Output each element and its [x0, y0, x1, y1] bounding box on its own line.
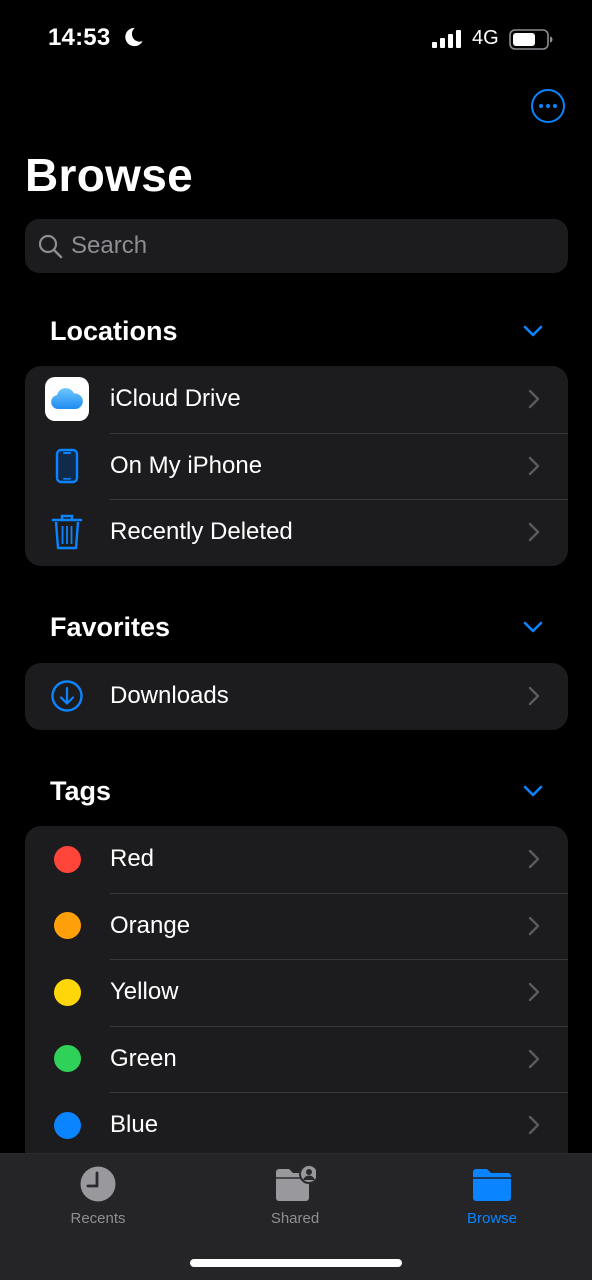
item-label: Green: [110, 1044, 177, 1072]
list-item-tag-green[interactable]: Green: [25, 1025, 568, 1093]
tab-label: Browse: [466, 1210, 518, 1227]
favorites-list: Downloads: [25, 663, 568, 730]
tag-color-dot: [53, 845, 81, 873]
list-item-icloud-drive[interactable]: iCloud Drive: [25, 366, 568, 433]
chevron-down-icon[interactable]: [523, 324, 543, 338]
section-header-favorites[interactable]: Favorites: [25, 607, 568, 647]
home-indicator[interactable]: [190, 1259, 402, 1267]
chevron-down-icon[interactable]: [523, 620, 543, 634]
section-title: Tags: [50, 775, 112, 806]
ellipsis-dot: [546, 104, 550, 108]
chevron-right-icon: [528, 983, 540, 1002]
iphone-icon: [45, 444, 89, 488]
list-item-recently-deleted[interactable]: Recently Deleted: [25, 499, 568, 566]
ellipsis-dot: [539, 104, 543, 108]
more-options-button[interactable]: [531, 89, 565, 123]
download-circle-icon: [45, 674, 89, 718]
ellipsis-dot: [553, 104, 557, 108]
section-header-tags[interactable]: Tags: [25, 771, 568, 811]
cellular-signal-icon: [432, 30, 461, 48]
tags-list: Red Orange Yellow Green Blue: [25, 826, 568, 1166]
list-item-on-my-iphone[interactable]: On My iPhone: [25, 432, 568, 500]
tag-color-dot: [53, 912, 81, 940]
list-item-tag-red[interactable]: Red: [25, 826, 568, 893]
files-browse-screen: 14:53 4G Browse Search Locations iCloud …: [0, 0, 592, 1280]
item-label: On My iPhone: [110, 451, 263, 479]
tab-recents[interactable]: Recents: [28, 1164, 168, 1234]
tab-browse[interactable]: Browse: [422, 1164, 562, 1234]
list-item-tag-orange[interactable]: Orange: [25, 892, 568, 960]
network-type: 4G: [472, 27, 499, 49]
search-placeholder: Search: [71, 232, 148, 259]
battery-icon: [509, 29, 553, 50]
item-label: Red: [110, 845, 155, 873]
list-item-tag-blue[interactable]: Blue: [25, 1092, 568, 1159]
tab-shared[interactable]: Shared: [225, 1164, 365, 1234]
search-field[interactable]: Search: [25, 219, 568, 273]
tag-color-dot: [53, 1111, 81, 1139]
search-icon: [38, 234, 63, 259]
tag-color-dot: [53, 978, 81, 1006]
trash-icon: [45, 510, 89, 554]
chevron-right-icon: [528, 390, 540, 409]
item-label: Orange: [110, 911, 191, 939]
item-label: Recently Deleted: [110, 518, 293, 546]
chevron-down-icon[interactable]: [523, 784, 543, 798]
tab-label: Shared: [270, 1210, 320, 1227]
tab-label: Recents: [70, 1210, 126, 1227]
section-title: Locations: [50, 315, 178, 346]
status-bar: 14:53 4G: [0, 0, 592, 80]
moon-icon: [125, 27, 143, 47]
item-label: Yellow: [110, 978, 179, 1006]
chevron-right-icon: [528, 916, 540, 935]
item-label: iCloud Drive: [110, 385, 241, 413]
list-item-downloads[interactable]: Downloads: [25, 663, 568, 730]
chevron-right-icon: [528, 1116, 540, 1135]
shared-folder-icon: [276, 1164, 316, 1201]
item-label: Downloads: [110, 682, 229, 710]
section-header-locations[interactable]: Locations: [25, 311, 568, 351]
item-label: Blue: [110, 1111, 159, 1139]
chevron-right-icon: [528, 687, 540, 706]
chevron-right-icon: [528, 456, 540, 475]
page-title: Browse: [25, 149, 193, 201]
tag-color-dot: [53, 1045, 81, 1073]
locations-list: iCloud Drive On My iPhone Recently Delet…: [25, 366, 568, 566]
clock-icon: [80, 1166, 116, 1202]
icloud-drive-icon: [45, 377, 89, 422]
status-time: 14:53: [48, 24, 111, 51]
folder-icon: [473, 1169, 511, 1201]
chevron-right-icon: [528, 850, 540, 869]
section-title: Favorites: [50, 611, 171, 642]
list-item-tag-yellow[interactable]: Yellow: [25, 959, 568, 1026]
chevron-right-icon: [528, 1049, 540, 1068]
chevron-right-icon: [528, 523, 540, 542]
